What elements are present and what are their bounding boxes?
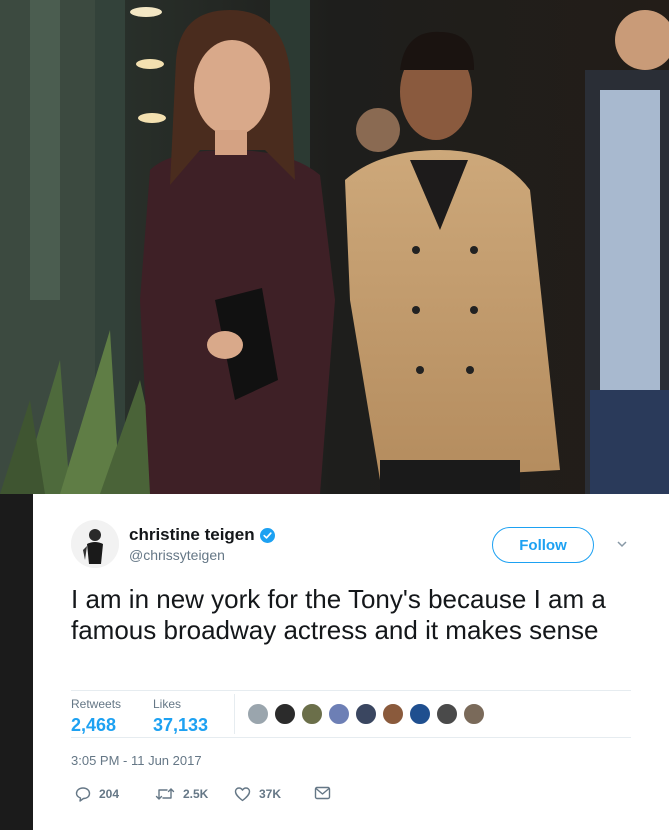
retweets-label: Retweets: [71, 697, 122, 711]
liker-avatar[interactable]: [382, 703, 404, 725]
like-action-count: 37K: [259, 787, 282, 801]
follow-button[interactable]: Follow: [492, 527, 594, 563]
tweet-text: I am in new york for the Tony's because …: [71, 584, 606, 645]
likers-avatars: [247, 703, 490, 727]
like-action[interactable]: 37K: [234, 786, 281, 802]
tweet-photo-illustration: [0, 0, 669, 494]
chevron-down-icon[interactable]: [616, 538, 628, 550]
liker-avatar[interactable]: [247, 703, 269, 725]
tweet-photo[interactable]: [0, 0, 669, 494]
liker-avatar[interactable]: [436, 703, 458, 725]
author-name[interactable]: christine teigen: [129, 525, 255, 545]
envelope-icon: [314, 786, 331, 800]
retweets-stat[interactable]: Retweets 2,468: [71, 697, 121, 736]
avatar[interactable]: [71, 520, 119, 568]
divider: [71, 737, 631, 738]
retweet-action-count: 2.5K: [183, 787, 209, 801]
verified-badge-icon: [259, 527, 275, 543]
liker-avatar[interactable]: [409, 703, 431, 725]
divider: [71, 690, 631, 691]
likes-label: Likes: [153, 697, 182, 711]
likes-count[interactable]: 37,133: [153, 715, 208, 736]
avatar-image: [71, 520, 119, 568]
author-handle[interactable]: @chrissyteigen: [129, 547, 225, 563]
retweet-action[interactable]: 2.5K: [155, 786, 208, 802]
heart-icon: [234, 787, 251, 802]
liker-avatar[interactable]: [463, 703, 485, 725]
reply-count: 204: [99, 787, 120, 801]
retweets-count[interactable]: 2,468: [71, 715, 121, 736]
liker-avatar[interactable]: [274, 703, 296, 725]
author-name-row[interactable]: christine teigen: [129, 525, 275, 545]
liker-avatar[interactable]: [328, 703, 350, 725]
reply-icon: [75, 787, 91, 802]
reply-action[interactable]: 204: [75, 786, 119, 802]
likes-stat[interactable]: Likes 37,133: [153, 697, 208, 736]
direct-message-action[interactable]: [314, 786, 331, 800]
stats-divider: [234, 694, 235, 734]
liker-avatar[interactable]: [355, 703, 377, 725]
tweet-card: christine teigen @chrissyteigen Follow I…: [33, 494, 669, 830]
tweet-timestamp[interactable]: 3:05 PM - 11 Jun 2017: [71, 753, 202, 768]
retweet-icon: [155, 788, 175, 800]
liker-avatar[interactable]: [301, 703, 323, 725]
